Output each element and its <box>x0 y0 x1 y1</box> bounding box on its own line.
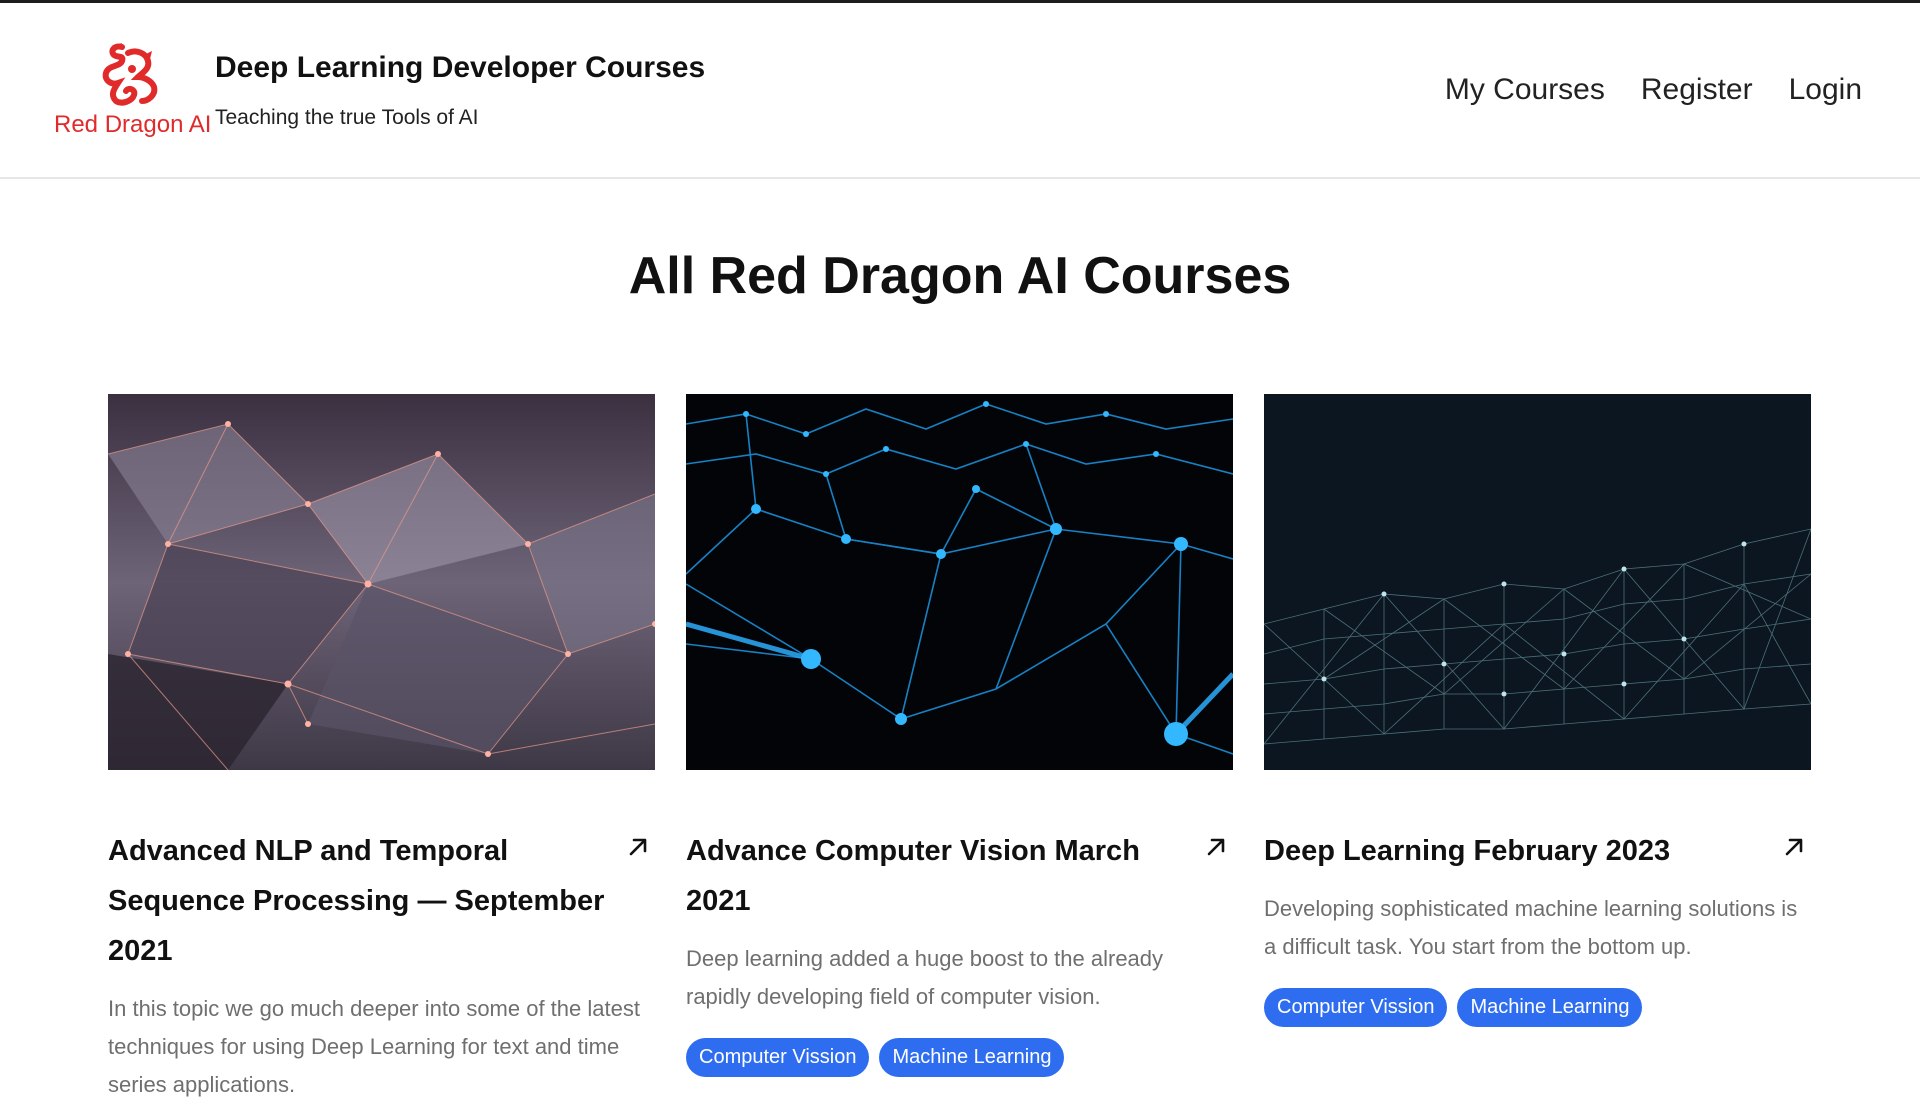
blue-network-nodes-image[interactable] <box>686 394 1233 770</box>
course-description: In this topic we go much deeper into som… <box>108 996 640 1097</box>
teal-wireframe-wave-image[interactable] <box>1264 394 1811 770</box>
card-title-row: Advanced NLP and Temporal Sequence Proce… <box>108 826 655 976</box>
tag-list: Computer Vission Machine Learning <box>1264 988 1811 1027</box>
site-title[interactable]: Deep Learning Developer Courses <box>215 51 705 85</box>
nav-register[interactable]: Register <box>1641 73 1753 107</box>
course-description: Developing sophisticated machine learnin… <box>1264 896 1798 959</box>
dragon-icon <box>102 43 158 106</box>
site-tagline: Teaching the true Tools of AI <box>215 106 479 129</box>
logo-text: Red Dragon AI <box>54 111 212 138</box>
course-description: Deep learning added a huge boost to the … <box>686 946 1164 1009</box>
purple-network-mesh-image[interactable] <box>108 394 655 770</box>
card-title-row: Advance Computer Vision March 2021 <box>686 826 1233 926</box>
nav-my-courses[interactable]: My Courses <box>1445 73 1605 107</box>
tag-list: Computer Vission Machine Learning <box>686 1038 1233 1077</box>
course-title[interactable]: Advanced NLP and Temporal Sequence Proce… <box>108 826 611 976</box>
main-nav: My Courses Register Login <box>1445 73 1862 107</box>
brand-logo[interactable]: Red Dragon AI <box>54 43 212 143</box>
card-title-row: Deep Learning February 2023 <box>1264 826 1811 876</box>
tag-computer-vision[interactable]: Computer Vission <box>686 1038 870 1077</box>
page-title: All Red Dragon AI Courses <box>628 247 1292 305</box>
course-card[interactable]: Advanced NLP and Temporal Sequence Proce… <box>108 394 655 1104</box>
arrow-up-right-icon[interactable] <box>1203 834 1229 860</box>
course-title[interactable]: Advance Computer Vision March 2021 <box>686 826 1189 926</box>
course-title[interactable]: Deep Learning February 2023 <box>1264 826 1767 876</box>
tag-machine-learning[interactable]: Machine Learning <box>1457 988 1643 1027</box>
course-card[interactable]: Deep Learning February 2023 Developing s… <box>1264 394 1811 1027</box>
tag-machine-learning[interactable]: Machine Learning <box>879 1038 1065 1077</box>
course-card[interactable]: Advance Computer Vision March 2021 Deep … <box>686 394 1233 1077</box>
nav-login[interactable]: Login <box>1789 73 1862 107</box>
arrow-up-right-icon[interactable] <box>625 834 651 860</box>
arrow-up-right-icon[interactable] <box>1781 834 1807 860</box>
tag-computer-vision[interactable]: Computer Vission <box>1264 988 1448 1027</box>
site-header: Red Dragon AI Deep Learning Developer Co… <box>0 3 1920 179</box>
